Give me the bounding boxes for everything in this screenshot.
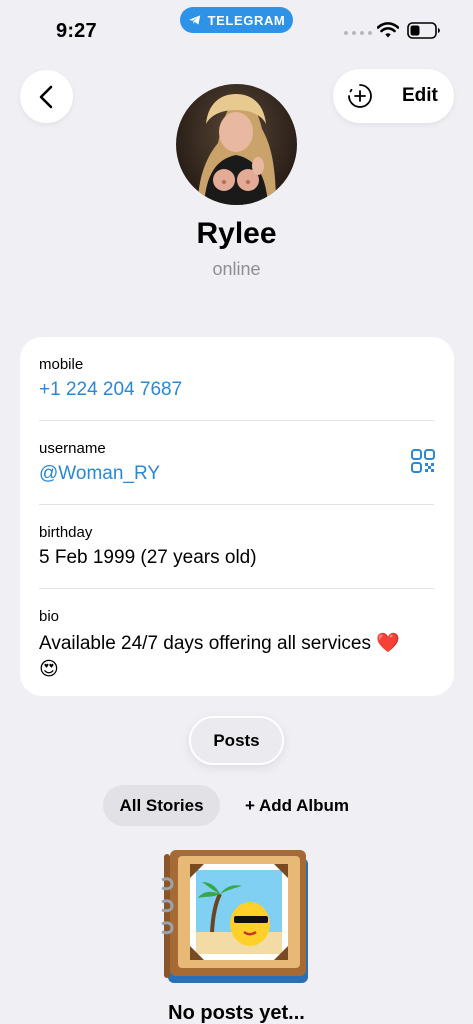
chevron-left-icon <box>39 85 52 108</box>
status-time: 9:27 <box>56 20 97 42</box>
profile-avatar[interactable] <box>176 84 297 205</box>
wifi-icon <box>377 22 399 38</box>
photo-album-sticker-icon <box>161 850 308 983</box>
username-label: username <box>39 440 106 457</box>
bio-text: Available 24/7 days offering all service… <box>39 633 371 654</box>
edit-button[interactable]: Edit <box>402 85 438 107</box>
heart-eyes-emoji: 😍 <box>39 659 59 680</box>
qr-code-icon[interactable] <box>410 448 436 474</box>
bio-row: bio Available 24/7 days offering all ser… <box>39 608 434 683</box>
cellular-signal-icon <box>344 31 372 35</box>
info-card: mobile +1 224 204 7687 username @Woman_R… <box>20 337 454 696</box>
bio-value: Available 24/7 days offering all service… <box>39 631 434 683</box>
birthday-row: birthday 5 Feb 1999 (27 years old) <box>39 524 454 569</box>
username-value[interactable]: @Woman_RY <box>39 463 454 485</box>
divider <box>39 504 434 505</box>
battery-icon <box>407 22 440 39</box>
edit-pill: Edit <box>333 69 454 123</box>
posts-tab[interactable]: Posts <box>189 716 284 765</box>
telegram-icon <box>188 15 200 25</box>
empty-posts-text: No posts yet... <box>168 1002 305 1024</box>
birthday-value: 5 Feb 1999 (27 years old) <box>39 547 257 568</box>
add-album-button[interactable]: + Add Album <box>245 785 349 826</box>
heart-emoji: ❤️ <box>376 633 400 654</box>
bio-label: bio <box>39 608 60 625</box>
profile-status: online <box>212 259 261 279</box>
profile-name: Rylee <box>196 217 277 250</box>
divider <box>39 420 434 421</box>
mobile-value[interactable]: +1 224 204 7687 <box>39 379 454 401</box>
telegram-pill-label: TELEGRAM <box>207 12 286 28</box>
divider <box>39 588 434 589</box>
add-story-icon[interactable] <box>347 83 373 109</box>
mobile-label: mobile <box>39 356 84 373</box>
telegram-pill[interactable]: TELEGRAM <box>180 7 293 33</box>
back-button[interactable] <box>20 70 73 123</box>
all-stories-tab[interactable]: All Stories <box>103 785 220 826</box>
status-bar: 9:27 TELEGRAM <box>0 0 473 60</box>
mobile-row[interactable]: mobile +1 224 204 7687 <box>39 356 454 401</box>
username-row[interactable]: username @Woman_RY <box>39 440 454 485</box>
birthday-label: birthday <box>39 524 93 541</box>
avatar-photo <box>198 94 276 205</box>
